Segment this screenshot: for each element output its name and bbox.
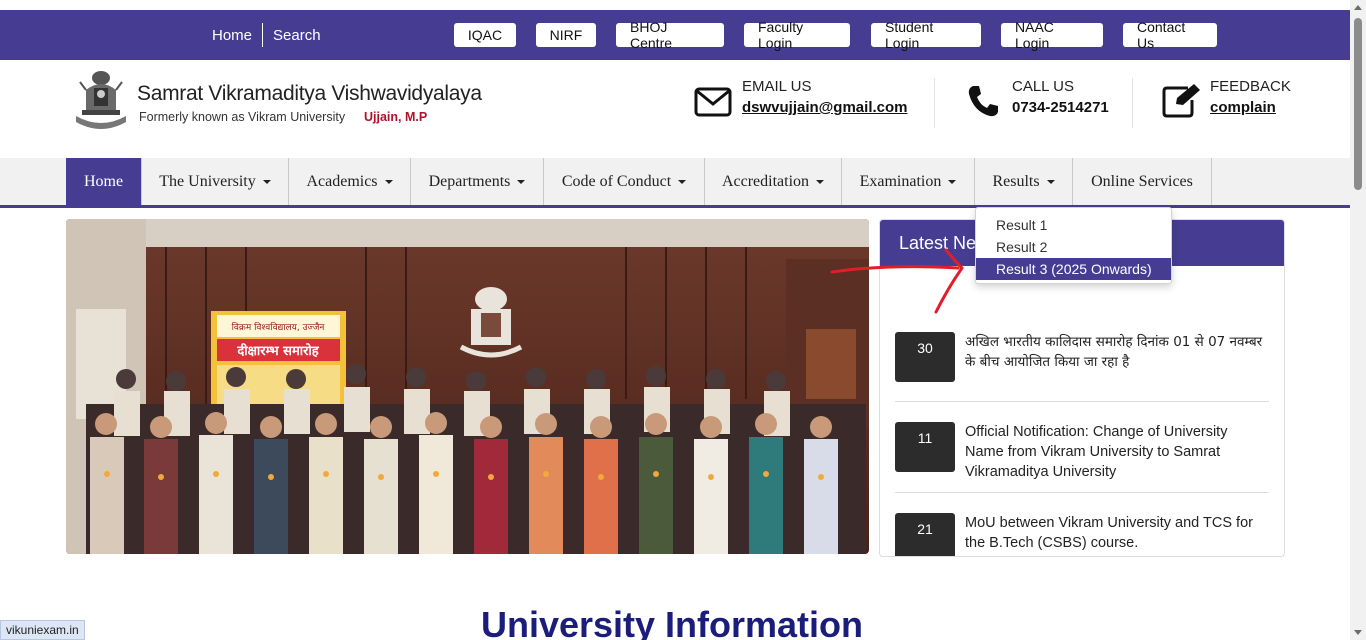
- news-date: 30: [895, 332, 955, 382]
- annotation-arrow-icon: [830, 248, 964, 314]
- main-nav: Home The University Academics Department…: [0, 158, 1350, 208]
- results-dropdown-menu: Result 1 Result 2 Result 3 (2025 Onwards…: [975, 207, 1172, 284]
- nav-label: Departments: [428, 172, 511, 190]
- caret-down-icon: [1046, 179, 1055, 184]
- nav-label: Code of Conduct: [561, 172, 672, 190]
- scrollbar-thumb[interactable]: [1354, 18, 1362, 190]
- caret-down-icon: [262, 179, 271, 184]
- quick-links: Home Search: [212, 10, 321, 60]
- faculty-login-button[interactable]: Faculty Login: [744, 19, 850, 51]
- top-bar: Home Search IQAC NIRF BHOJ Centre Facult…: [0, 10, 1350, 60]
- university-former-name: Formerly known as Vikram University: [139, 110, 346, 124]
- university-name[interactable]: Samrat Vikramaditya Vishwavidyalaya: [137, 82, 482, 106]
- nirf-button[interactable]: NIRF: [536, 23, 596, 47]
- nav-academics[interactable]: Academics: [289, 158, 411, 205]
- call-contact: CALL US 0734-2514271: [1012, 78, 1109, 116]
- hero-banner-photo: विक्रम विश्वविद्यालय, उज्जैन दीक्षारम्भ …: [66, 219, 869, 554]
- email-link[interactable]: dswvujjain@gmail.com: [742, 99, 908, 116]
- nav-examination[interactable]: Examination: [842, 158, 975, 205]
- iqac-button[interactable]: IQAC: [454, 23, 516, 47]
- phone-number[interactable]: 0734-2514271: [1012, 99, 1109, 116]
- student-login-button[interactable]: Student Login: [871, 19, 981, 51]
- banner-line2: दीक्षारम्भ समारोह: [236, 343, 319, 359]
- news-text[interactable]: अखिल भारतीय कालिदास समारोह दिनांक 01 से …: [965, 332, 1265, 372]
- nav-label: Accreditation: [721, 172, 810, 190]
- email-contact: EMAIL US dswvujjain@gmail.com: [742, 78, 908, 116]
- page-scrollbar[interactable]: [1350, 0, 1366, 640]
- result-3-link[interactable]: Result 3 (2025 Onwards): [976, 258, 1171, 280]
- news-date: 11: [895, 422, 955, 472]
- top-search-link[interactable]: Search: [273, 27, 321, 44]
- scroll-up-icon[interactable]: [1354, 5, 1362, 10]
- status-bar-url: vikuniexam.in: [0, 620, 85, 640]
- call-label: CALL US: [1012, 78, 1074, 95]
- phone-icon: [968, 86, 998, 117]
- nav-accreditation[interactable]: Accreditation: [705, 158, 842, 205]
- complain-link[interactable]: complain: [1210, 99, 1291, 116]
- nav-code-of-conduct[interactable]: Code of Conduct: [544, 158, 705, 205]
- divider: [262, 23, 264, 47]
- result-2-link[interactable]: Result 2: [976, 236, 1171, 258]
- result-1-link[interactable]: Result 1: [976, 214, 1171, 236]
- nav-label: Examination: [859, 172, 942, 190]
- caret-down-icon: [816, 179, 825, 184]
- divider: [934, 78, 935, 128]
- caret-down-icon: [384, 179, 393, 184]
- divider: [895, 492, 1269, 493]
- caret-down-icon: [948, 179, 957, 184]
- feedback-contact: FEEDBACK complain: [1210, 78, 1291, 116]
- bhoj-centre-button[interactable]: BHOJ Centre: [616, 19, 724, 51]
- top-home-link[interactable]: Home: [212, 27, 252, 44]
- nav-label: Results: [992, 172, 1040, 190]
- feedback-edit-icon: [1162, 84, 1200, 118]
- divider: [895, 401, 1269, 402]
- news-item[interactable]: 30 अखिल भारतीय कालिदास समारोह दिनांक 01 …: [895, 332, 1269, 402]
- email-label: EMAIL US: [742, 78, 812, 95]
- news-item[interactable]: 11 Official Notification: Change of Univ…: [895, 422, 1269, 492]
- nav-home[interactable]: Home: [66, 158, 142, 205]
- contact-us-button[interactable]: Contact Us: [1123, 19, 1217, 51]
- divider: [1132, 78, 1133, 128]
- nav-the-university[interactable]: The University: [142, 158, 289, 205]
- nav-label: The University: [159, 172, 256, 190]
- section-heading: University Information: [480, 604, 864, 640]
- university-location: Ujjain, M.P: [364, 110, 428, 124]
- news-item[interactable]: 21 MoU between Vikram University and TCS…: [895, 513, 1270, 556]
- scroll-down-icon[interactable]: [1354, 630, 1362, 635]
- nav-online-services[interactable]: Online Services: [1073, 158, 1212, 205]
- feedback-label: FEEDBACK: [1210, 78, 1291, 95]
- news-date: 21: [895, 513, 955, 556]
- news-text[interactable]: Official Notification: Change of Univers…: [965, 422, 1270, 482]
- naac-login-button[interactable]: NAAC Login: [1001, 19, 1103, 51]
- nav-home-label: Home: [83, 172, 124, 190]
- nav-label: Academics: [306, 172, 378, 190]
- university-emblem-icon[interactable]: [72, 68, 130, 134]
- news-text[interactable]: MoU between Vikram University and TCS fo…: [965, 513, 1270, 553]
- nav-results[interactable]: Results: [975, 158, 1073, 205]
- mail-icon: [694, 87, 732, 117]
- nav-departments[interactable]: Departments: [411, 158, 544, 205]
- caret-down-icon: [678, 179, 687, 184]
- nav-label: Online Services: [1091, 172, 1193, 190]
- caret-down-icon: [517, 179, 526, 184]
- banner-line1: विक्रम विश्वविद्यालय, उज्जैन: [232, 321, 326, 333]
